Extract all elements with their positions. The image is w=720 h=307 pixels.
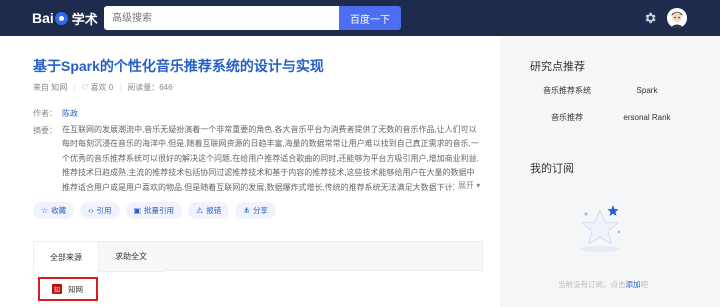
tab-bar-fill: [163, 242, 482, 271]
abstract-text: 在互联网的发展潮流中,音乐无疑扮演着一个非常重要的角色.各大音乐平台为消费者提供…: [62, 125, 479, 192]
paper-detail-panel: 基于Spark的个性化音乐推荐系统的设计与实现 来自 知网 | ♡ 喜欢 0 |…: [0, 36, 500, 307]
cnki-logo-icon: 知: [52, 284, 62, 294]
action-bar: ☆ 收藏 ‹› 引用 ▣ 批量引用 ⚠ 报错 ⋔ 分享: [33, 202, 276, 219]
report-error-button[interactable]: ⚠ 报错: [188, 202, 230, 219]
quote-icon: ‹›: [88, 206, 94, 215]
baidu-xueshu-logo[interactable]: Bai 学术: [32, 8, 98, 28]
report-error-label: 报错: [206, 206, 222, 215]
search-button[interactable]: 百度一下: [339, 6, 401, 30]
paper-title[interactable]: 基于Spark的个性化音乐推荐系统的设计与实现: [33, 56, 324, 76]
source-text: 来自 知网: [33, 83, 68, 92]
batch-cite-button[interactable]: ▣ 批量引用: [125, 202, 183, 219]
source-label: 知网: [68, 284, 83, 294]
share-icon: ⋔: [243, 206, 250, 215]
top-navbar: Bai 学术 百度一下: [0, 0, 720, 36]
my-subscriptions-title: 我的订阅: [530, 163, 574, 175]
tab-request-fulltext[interactable]: 求助全文: [99, 242, 163, 272]
divider: |: [73, 83, 76, 92]
heart-icon[interactable]: ♡: [81, 83, 88, 92]
logo-xueshu: 学术: [71, 11, 98, 27]
expand-label: 展开: [458, 181, 474, 190]
batch-icon: ▣: [133, 206, 142, 215]
author-link[interactable]: 陈政: [62, 108, 78, 119]
keyword-tag[interactable]: 音乐推荐: [528, 107, 606, 127]
source-cnki[interactable]: 知 知网: [38, 277, 98, 301]
gear-icon[interactable]: [643, 11, 657, 25]
author-label: 作者：: [33, 109, 57, 118]
empty-text-suffix: 吧: [640, 280, 649, 289]
paper-meta: 来自 知网 | ♡ 喜欢 0 | 阅读量：646: [33, 82, 173, 93]
empty-text-prefix: 当前没有订阅，点击: [558, 280, 626, 289]
keyword-tag[interactable]: 音乐推荐系统: [528, 80, 606, 100]
empty-subscriptions-text: 当前没有订阅，点击添加吧: [558, 279, 648, 290]
add-subscription-link[interactable]: 添加: [626, 280, 641, 289]
abstract-label: 摘要：: [33, 126, 57, 135]
cite-label: 引用: [96, 206, 112, 215]
empty-star-illustration-icon: [580, 205, 621, 252]
warning-icon: ⚠: [196, 206, 204, 215]
collect-button[interactable]: ☆ 收藏: [33, 202, 75, 219]
collect-label: 收藏: [51, 206, 67, 215]
cite-button[interactable]: ‹› 引用: [80, 202, 120, 219]
share-label: 分享: [252, 206, 268, 215]
keyword-tag[interactable]: Spark: [608, 80, 686, 100]
chevron-down-icon: ▾: [476, 181, 481, 190]
star-icon: ☆: [41, 206, 49, 215]
user-avatar[interactable]: [667, 8, 687, 28]
avatar-face-icon: [667, 8, 687, 28]
search-input[interactable]: [104, 6, 339, 30]
divider: |: [119, 83, 122, 92]
batch-cite-label: 批量引用: [144, 206, 175, 215]
share-button[interactable]: ⋔ 分享: [235, 202, 276, 219]
logo-text: Bai: [32, 10, 54, 26]
paw-icon: [54, 11, 68, 25]
source-tabs: 全部来源 求助全文: [33, 241, 483, 272]
read-count: 阅读量：646: [127, 83, 173, 92]
expand-toggle[interactable]: 展开 ▾: [454, 180, 481, 191]
keyword-tag[interactable]: ersonal Rank: [608, 107, 686, 127]
likes-count[interactable]: 喜欢 0: [90, 82, 113, 93]
tab-all-sources[interactable]: 全部来源: [34, 242, 99, 272]
research-points-title: 研究点推荐: [530, 61, 585, 73]
